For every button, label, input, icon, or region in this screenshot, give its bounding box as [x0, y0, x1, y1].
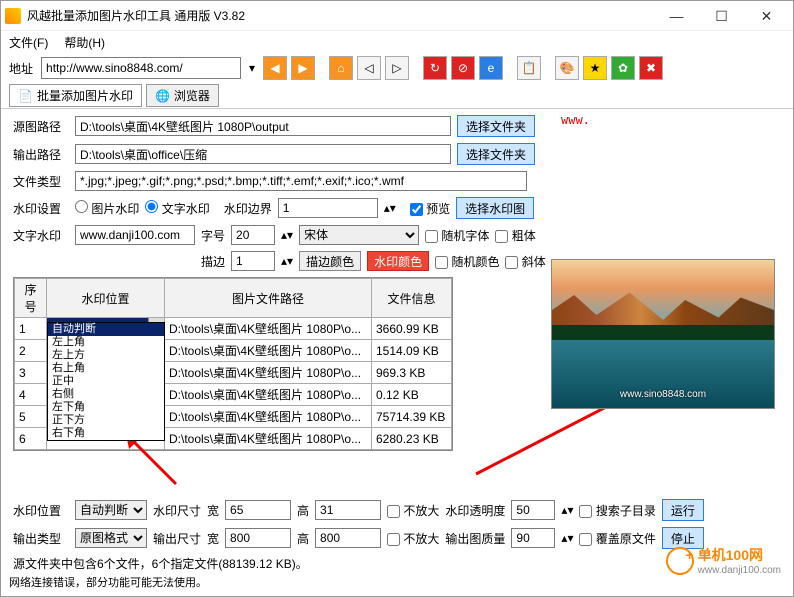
quality-input[interactable] [511, 528, 555, 548]
tab-watermark[interactable]: 📄 批量添加图片水印 [9, 84, 142, 107]
quality-label: 输出图质量 [445, 530, 505, 547]
site-logo: 单机100网 www.danji100.com [666, 545, 781, 576]
italic-checkbox[interactable]: 斜体 [505, 253, 545, 270]
image-wm-radio[interactable]: 图片水印 [75, 200, 139, 217]
spinner-icon[interactable]: ▴▾ [281, 254, 293, 268]
wm-position-dropdown[interactable]: 自动判断 左上角 左上方 右上角 正中 右侧 左下角 正下方 右下角 [47, 322, 165, 441]
out-path-input[interactable] [75, 144, 451, 164]
copy-icon[interactable]: 📋 [517, 56, 541, 80]
wm-color-button[interactable]: 水印颜色 [367, 251, 429, 271]
window-title: 风越批量添加图片水印工具 通用版 V3.82 [27, 7, 654, 24]
nav-back-icon[interactable]: ◀ [263, 56, 287, 80]
font-size-label: 字号 [201, 227, 225, 244]
globe-icon[interactable]: e [479, 56, 503, 80]
margin-input[interactable] [278, 198, 378, 218]
out-type-select[interactable]: 原图格式 [75, 528, 147, 548]
dropdown-icon[interactable]: ▾ [245, 61, 259, 75]
opacity-label: 水印透明度 [445, 502, 505, 519]
outline-color-button[interactable]: 描边颜色 [299, 251, 361, 271]
text-wm-radio[interactable]: 文字水印 [145, 200, 209, 217]
spinner-icon[interactable]: ▴▾ [384, 201, 396, 215]
out-type-label: 输出类型 [13, 530, 69, 547]
no-enlarge-checkbox2[interactable]: 不放大 [387, 530, 439, 547]
wm-size-label: 水印尺寸 [153, 502, 201, 519]
spinner-icon[interactable]: ▴▾ [561, 531, 573, 545]
opacity-input[interactable] [511, 500, 555, 520]
stop-icon[interactable]: ⊘ [451, 56, 475, 80]
outline-input[interactable] [231, 251, 275, 271]
www-annotation: www. [561, 113, 590, 127]
tab-bar: 📄 批量添加图片水印 🌐 浏览器 [1, 83, 793, 109]
random-font-checkbox[interactable]: 随机字体 [425, 227, 489, 244]
random-color-checkbox[interactable]: 随机颜色 [435, 253, 499, 270]
wm-width-input[interactable] [225, 500, 291, 520]
out-width-input[interactable] [225, 528, 291, 548]
tab-browser[interactable]: 🌐 浏览器 [146, 84, 219, 107]
close-button[interactable]: ✕ [744, 2, 789, 30]
nav-prev-icon[interactable]: ◁ [357, 56, 381, 80]
search-subdir-checkbox[interactable]: 搜索子目录 [579, 502, 655, 519]
run-button[interactable]: 运行 [662, 499, 704, 521]
spinner-icon[interactable]: ▴▾ [561, 503, 573, 517]
menu-bar: 文件(F) 帮助(H) [1, 31, 793, 53]
src-path-label: 源图路径 [13, 118, 69, 135]
gear-icon[interactable]: ✿ [611, 56, 635, 80]
overwrite-checkbox[interactable]: 覆盖原文件 [579, 530, 655, 547]
out-path-label: 输出路径 [13, 146, 69, 163]
text-wm-input[interactable] [75, 225, 195, 245]
font-name-select[interactable]: 宋体 [299, 225, 419, 245]
file-type-input[interactable] [75, 171, 527, 191]
logo-icon [666, 547, 694, 575]
maximize-button[interactable]: ☐ [699, 2, 744, 30]
refresh-icon[interactable]: ↻ [423, 56, 447, 80]
bold-checkbox[interactable]: 粗体 [495, 227, 535, 244]
file-type-label: 文件类型 [13, 173, 69, 190]
address-bar: 地址 ▾ ◀ ▶ ⌂ ◁ ▷ ↻ ⊘ e 📋 🎨 ★ ✿ ✖ [1, 53, 793, 83]
preview-checkbox[interactable]: 预览 [410, 200, 450, 217]
src-path-input[interactable] [75, 116, 451, 136]
watermark-text: www.sino8848.com [620, 389, 706, 400]
out-height-input[interactable] [315, 528, 381, 548]
margin-label: 水印边界 [224, 200, 272, 217]
status-bar: 网络连接错误，部分功能可能无法使用。 [9, 574, 207, 590]
wm-setting-label: 水印设置 [13, 200, 69, 217]
wm-pos-select[interactable]: 自动判断 [75, 500, 147, 520]
out-size-label: 输出尺寸 [153, 530, 201, 547]
star-icon[interactable]: ★ [583, 56, 607, 80]
title-bar: 风越批量添加图片水印工具 通用版 V3.82 — ☐ ✕ [1, 1, 793, 31]
table-header: 序号 水印位置 图片文件路径 文件信息 [15, 279, 452, 318]
choose-wm-image-button[interactable]: 选择水印图 [456, 197, 534, 219]
palette-icon[interactable]: 🎨 [555, 56, 579, 80]
delete-icon[interactable]: ✖ [639, 56, 663, 80]
file-table: 序号 水印位置 图片文件路径 文件信息 1 自动判断▾ D:\tools\桌面\… [13, 277, 453, 451]
font-size-input[interactable] [231, 225, 275, 245]
outline-label: 描边 [201, 253, 225, 270]
main-content: www. 源图路径 选择文件夹 输出路径 选择文件夹 文件类型 水印设置 图片水… [1, 109, 793, 457]
document-icon: 📄 [18, 89, 33, 103]
nav-fwd-icon[interactable]: ▶ [291, 56, 315, 80]
browse-src-button[interactable]: 选择文件夹 [457, 115, 535, 137]
image-preview: www.sino8848.com [551, 259, 775, 409]
minimize-button[interactable]: — [654, 2, 699, 30]
home-icon[interactable]: ⌂ [329, 56, 353, 80]
menu-help[interactable]: 帮助(H) [64, 34, 105, 51]
wm-height-input[interactable] [315, 500, 381, 520]
address-label: 地址 [9, 60, 33, 77]
globe-icon: 🌐 [155, 89, 170, 103]
no-enlarge-checkbox[interactable]: 不放大 [387, 502, 439, 519]
menu-file[interactable]: 文件(F) [9, 34, 48, 51]
browse-out-button[interactable]: 选择文件夹 [457, 143, 535, 165]
text-wm-label: 文字水印 [13, 227, 69, 244]
wm-pos-label: 水印位置 [13, 502, 69, 519]
address-input[interactable] [41, 57, 241, 79]
app-icon [5, 8, 21, 24]
nav-next-icon[interactable]: ▷ [385, 56, 409, 80]
spinner-icon[interactable]: ▴▾ [281, 228, 293, 242]
